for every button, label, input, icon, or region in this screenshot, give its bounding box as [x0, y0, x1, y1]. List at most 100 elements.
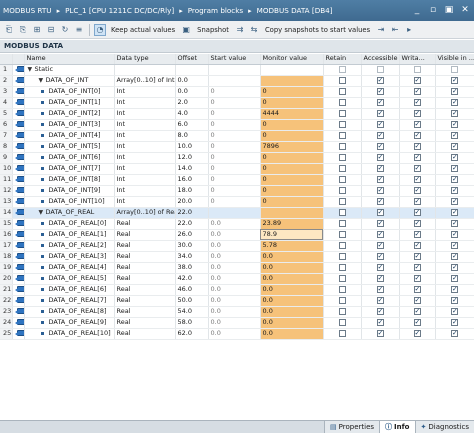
data-type-cell[interactable]: Int — [114, 141, 176, 153]
close-icon[interactable]: ✕ — [458, 3, 472, 17]
table-row[interactable]: 19 DATA_OF_REAL[4] Real 38.0 0.0 0.0 — [0, 262, 474, 274]
retain-checkbox[interactable] — [338, 274, 346, 282]
breadcrumb-program-blocks[interactable]: Program blocks — [188, 6, 243, 15]
visible-checkbox[interactable] — [451, 164, 458, 173]
visible-checkbox[interactable] — [451, 76, 458, 85]
start-value-cell[interactable]: 0.0 — [208, 317, 261, 329]
retain-checkbox[interactable] — [338, 131, 346, 139]
data-type-cell[interactable]: Real — [114, 317, 176, 329]
tag-name-cell[interactable]: ▼ DATA_OF_REAL — [24, 207, 115, 219]
start-value-cell[interactable]: 0.0 — [208, 262, 261, 274]
retain-checkbox[interactable] — [338, 263, 346, 271]
writable-checkbox[interactable] — [413, 164, 421, 173]
visible-checkbox[interactable] — [451, 318, 458, 327]
monitor-value-cell[interactable]: 0 — [260, 174, 324, 186]
accessible-checkbox[interactable] — [376, 164, 384, 173]
tag-name-cell[interactable]: DATA_OF_REAL[1] — [24, 229, 115, 241]
accessible-checkbox[interactable] — [376, 285, 384, 294]
accessible-checkbox[interactable] — [376, 175, 384, 184]
accessible-checkbox[interactable] — [376, 120, 384, 129]
writable-checkbox[interactable] — [413, 76, 421, 85]
visible-checkbox[interactable] — [451, 131, 458, 140]
retain-checkbox[interactable] — [338, 329, 346, 337]
start-value-cell[interactable]: 0.0 — [208, 273, 261, 285]
start-value-cell[interactable]: 0.0 — [208, 295, 261, 307]
monitor-value-cell[interactable]: 78.9 — [260, 229, 324, 241]
start-value-cell[interactable] — [208, 207, 261, 219]
accessible-checkbox[interactable] — [376, 296, 384, 305]
writable-checkbox[interactable] — [413, 230, 421, 239]
writable-checkbox[interactable] — [413, 65, 421, 73]
retain-checkbox[interactable] — [338, 285, 346, 293]
col-header-visible[interactable]: Visible in ... — [435, 54, 474, 65]
visible-checkbox[interactable] — [451, 208, 458, 217]
data-type-cell[interactable]: Real — [114, 328, 176, 340]
tag-name-cell[interactable]: DATA_OF_REAL[4] — [24, 262, 115, 274]
monitor-value-cell[interactable]: 7896 — [260, 141, 324, 153]
visible-checkbox[interactable] — [451, 142, 458, 151]
monitor-value-cell[interactable]: 0.0 — [260, 317, 324, 329]
visible-checkbox[interactable] — [451, 197, 458, 206]
visible-checkbox[interactable] — [451, 153, 458, 162]
writable-checkbox[interactable] — [413, 274, 421, 283]
data-type-cell[interactable]: Int — [114, 97, 176, 109]
monitor-value-cell[interactable]: 0 — [260, 119, 324, 131]
writable-checkbox[interactable] — [413, 175, 421, 184]
compare-icon[interactable]: ≡ — [73, 24, 85, 36]
tag-name-cell[interactable]: DATA_OF_INT[2] — [24, 108, 115, 120]
tag-name-cell[interactable]: DATA_OF_INT[0] — [24, 86, 115, 98]
tag-name-cell[interactable]: DATA_OF_INT[7] — [24, 163, 115, 175]
col-header-offset[interactable]: Offset — [175, 54, 209, 65]
tag-name-cell[interactable]: DATA_OF_INT[9] — [24, 185, 115, 197]
expand-triangle-icon[interactable]: ▼ — [28, 65, 35, 74]
monitor-value-cell[interactable]: 5.78 — [260, 240, 324, 252]
writable-checkbox[interactable] — [413, 153, 421, 162]
visible-checkbox[interactable] — [451, 65, 458, 73]
tag-name-cell[interactable]: DATA_OF_REAL[10] — [24, 328, 115, 340]
start-value-cell[interactable]: 0 — [208, 152, 261, 164]
tag-name-cell[interactable]: DATA_OF_REAL[6] — [24, 284, 115, 296]
monitor-value-cell[interactable]: 0 — [260, 97, 324, 109]
table-row[interactable]: 12 DATA_OF_INT[9] Int 18.0 0 0 — [0, 185, 474, 197]
table-row[interactable]: 22 DATA_OF_REAL[7] Real 50.0 0.0 0.0 — [0, 295, 474, 307]
writable-checkbox[interactable] — [413, 241, 421, 250]
accessible-checkbox[interactable] — [376, 197, 384, 206]
table-row[interactable]: 21 DATA_OF_REAL[6] Real 46.0 0.0 0.0 — [0, 284, 474, 296]
table-row[interactable]: 2 ▼ DATA_OF_INT Array[0..10] of Int 0.0 — [0, 75, 474, 87]
accessible-checkbox[interactable] — [376, 329, 384, 338]
visible-checkbox[interactable] — [451, 263, 458, 272]
start-value-cell[interactable]: 0 — [208, 196, 261, 208]
table-row[interactable]: 13 DATA_OF_INT[10] Int 20.0 0 0 — [0, 196, 474, 208]
tag-name-cell[interactable]: DATA_OF_REAL[8] — [24, 306, 115, 318]
data-type-cell[interactable]: Array[0..10] of Real — [114, 207, 176, 219]
retain-checkbox[interactable] — [338, 230, 346, 238]
snapshot-to-actual-icon[interactable]: ⇉ — [234, 24, 246, 36]
retain-checkbox[interactable] — [338, 318, 346, 326]
data-type-cell[interactable]: Real — [114, 218, 176, 230]
start-value-cell[interactable]: 0 — [208, 141, 261, 153]
tag-name-cell[interactable]: DATA_OF_INT[3] — [24, 119, 115, 131]
writable-checkbox[interactable] — [413, 252, 421, 261]
data-type-cell[interactable]: Real — [114, 262, 176, 274]
data-type-cell[interactable]: Real — [114, 273, 176, 285]
monitor-value-cell[interactable]: 23.89 — [260, 218, 324, 230]
col-header-data-type[interactable]: Data type — [114, 54, 176, 65]
tag-name-cell[interactable]: DATA_OF_REAL[3] — [24, 251, 115, 263]
monitor-value-cell[interactable] — [260, 64, 324, 76]
monitor-value-cell[interactable] — [260, 207, 324, 219]
data-type-cell[interactable] — [114, 64, 176, 76]
retain-checkbox[interactable] — [338, 252, 346, 260]
retain-checkbox[interactable] — [338, 241, 346, 249]
copy-snapshots-button[interactable]: Copy snapshots to start values — [262, 26, 373, 34]
data-type-cell[interactable]: Int — [114, 119, 176, 131]
accessible-checkbox[interactable] — [376, 109, 384, 118]
start-value-cell[interactable]: 0 — [208, 97, 261, 109]
monitor-value-cell[interactable]: 4444 — [260, 108, 324, 120]
writable-checkbox[interactable] — [413, 131, 421, 140]
data-type-cell[interactable]: Real — [114, 229, 176, 241]
table-row[interactable]: 23 DATA_OF_REAL[8] Real 54.0 0.0 0.0 — [0, 306, 474, 318]
accessible-checkbox[interactable] — [376, 153, 384, 162]
visible-checkbox[interactable] — [451, 175, 458, 184]
retain-checkbox[interactable] — [338, 98, 346, 106]
retain-checkbox[interactable] — [338, 153, 346, 161]
